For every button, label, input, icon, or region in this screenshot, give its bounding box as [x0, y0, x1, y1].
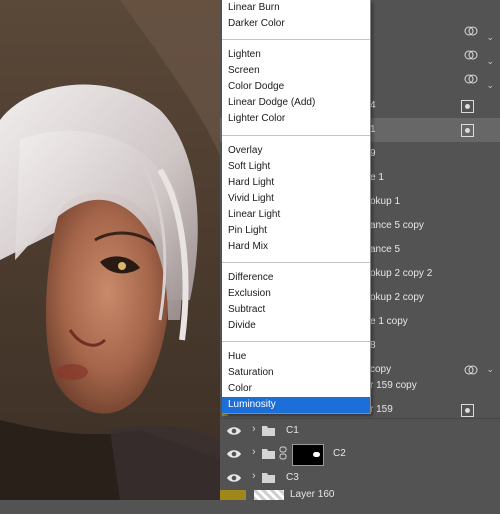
layer-thumbnail	[254, 490, 284, 500]
blend-mode-icon	[464, 26, 478, 36]
blend-mode-option[interactable]: Subtract	[222, 302, 370, 318]
layer-mask-thumbnail[interactable]	[292, 444, 324, 466]
blend-mode-option[interactable]: Pin Light	[222, 223, 370, 239]
layer-name: okup 2 copy 2	[370, 268, 433, 279]
menu-separator	[222, 262, 370, 263]
folder-icon	[262, 449, 275, 459]
blend-mode-icon	[464, 50, 478, 60]
link-icon[interactable]	[279, 446, 287, 460]
layer-name: r 159 copy	[370, 380, 417, 391]
group-name: C3	[286, 472, 299, 483]
smart-object-icon	[461, 124, 474, 137]
blend-mode-icon	[464, 74, 478, 84]
menu-separator	[222, 135, 370, 136]
layer-name: e 1	[370, 172, 384, 183]
blend-mode-option[interactable]: Lighten	[222, 47, 370, 63]
portrait-illustration	[0, 0, 222, 500]
menu-separator	[222, 39, 370, 40]
blend-mode-option[interactable]: Linear Dodge (Add)	[222, 95, 370, 111]
blend-mode-option-selected[interactable]: Luminosity	[222, 397, 370, 413]
blend-mode-option[interactable]: Linear Burn	[222, 0, 370, 16]
layer-group-row[interactable]: › C3	[220, 466, 500, 490]
blend-mode-option[interactable]: Exclusion	[222, 286, 370, 302]
chevron-down-icon[interactable]: ⌄	[486, 80, 494, 91]
canvas-image	[0, 0, 222, 500]
blend-mode-option[interactable]: Color Dodge	[222, 79, 370, 95]
blend-mode-option[interactable]: Screen	[222, 63, 370, 79]
blend-mode-option[interactable]: Hard Light	[222, 175, 370, 191]
folder-icon	[262, 426, 275, 436]
blend-mode-dropdown[interactable]: Linear Burn Darker Color Lighten Screen Colo…	[222, 0, 371, 414]
chevron-down-icon[interactable]: ⌄	[486, 56, 494, 67]
smart-object-icon	[461, 404, 474, 417]
visibility-eye-icon[interactable]	[226, 449, 242, 459]
menu-separator	[222, 341, 370, 342]
folder-icon	[262, 473, 275, 483]
layer-name: okup 2 copy	[370, 292, 424, 303]
layer-name: ance 5 copy	[370, 220, 424, 231]
blend-mode-option[interactable]: Vivid Light	[222, 191, 370, 207]
layer-group-row[interactable]: › C1	[220, 418, 500, 443]
group-name: C1	[286, 425, 299, 436]
blend-mode-option[interactable]: Difference	[222, 270, 370, 286]
layer-name: e 1 copy	[370, 316, 408, 327]
visibility-eye-icon[interactable]	[226, 473, 242, 483]
layer-row[interactable]: Layer 160	[220, 489, 500, 514]
blend-mode-option[interactable]: Darker Color	[222, 16, 370, 32]
chevron-right-icon[interactable]: ›	[252, 446, 256, 458]
smart-object-icon	[461, 100, 474, 113]
chevron-right-icon[interactable]: ›	[252, 423, 256, 435]
blend-mode-option[interactable]: Divide	[222, 318, 370, 334]
visibility-eye-icon[interactable]	[226, 426, 242, 436]
layer-name: ance 5	[370, 244, 401, 255]
blend-mode-option[interactable]: Saturation	[222, 365, 370, 381]
blend-mode-option[interactable]: Soft Light	[222, 159, 370, 175]
blend-mode-option[interactable]: Linear Light	[222, 207, 370, 223]
visibility-eye-icon[interactable]	[220, 490, 246, 500]
blend-mode-option[interactable]: Hue	[222, 349, 370, 365]
layer-group-row[interactable]: › C2	[220, 442, 500, 466]
group-name: C2	[333, 448, 346, 459]
layer-name: okup 1	[370, 196, 401, 207]
chevron-down-icon[interactable]: ⌄	[486, 32, 494, 43]
blend-mode-option[interactable]: Color	[222, 381, 370, 397]
layer-name: Layer 160	[290, 489, 335, 500]
blend-mode-option[interactable]: Lighter Color	[222, 111, 370, 127]
blend-mode-option[interactable]: Hard Mix	[222, 239, 370, 255]
chevron-right-icon[interactable]: ›	[252, 470, 256, 482]
layer-name: r 159	[370, 404, 393, 415]
blend-mode-option[interactable]: Overlay	[222, 143, 370, 159]
